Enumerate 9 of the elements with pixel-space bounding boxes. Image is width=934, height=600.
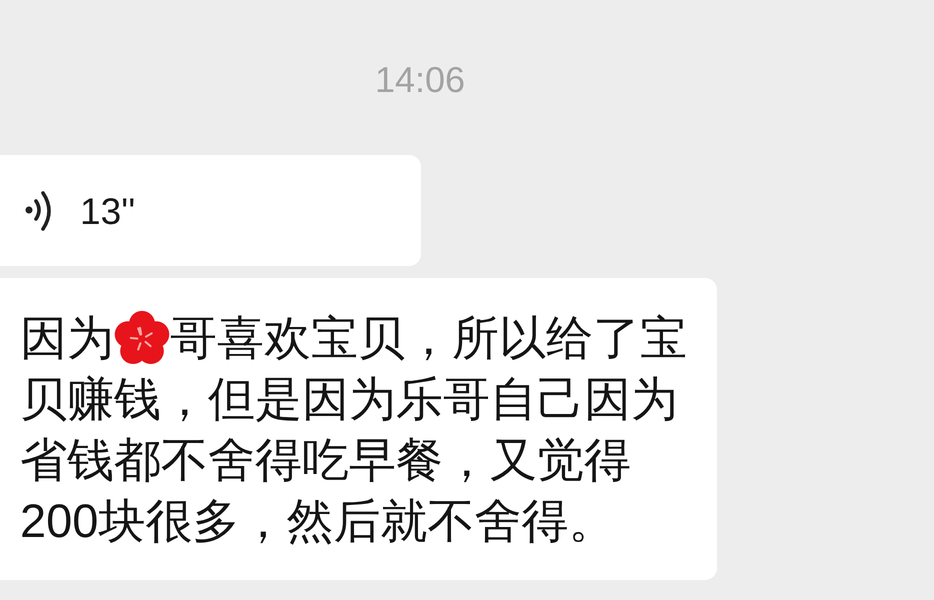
voice-duration: 13'' — [80, 192, 136, 232]
message-text: 哥喜欢宝贝，所以给了宝 — [170, 310, 687, 366]
timestamp: 14:06 — [374, 60, 466, 100]
message-text: 贝赚钱，但是因为乐哥自己因为 — [20, 371, 678, 427]
message-text: 省钱都不舍得吃早餐，又觉得 — [20, 432, 631, 488]
message-text: 200块很多，然后就不舍得。 — [20, 493, 616, 549]
voice-message-bubble[interactable]: 13'' — [0, 155, 421, 266]
message-text: 因为 — [20, 310, 114, 366]
flower-icon — [114, 310, 170, 366]
